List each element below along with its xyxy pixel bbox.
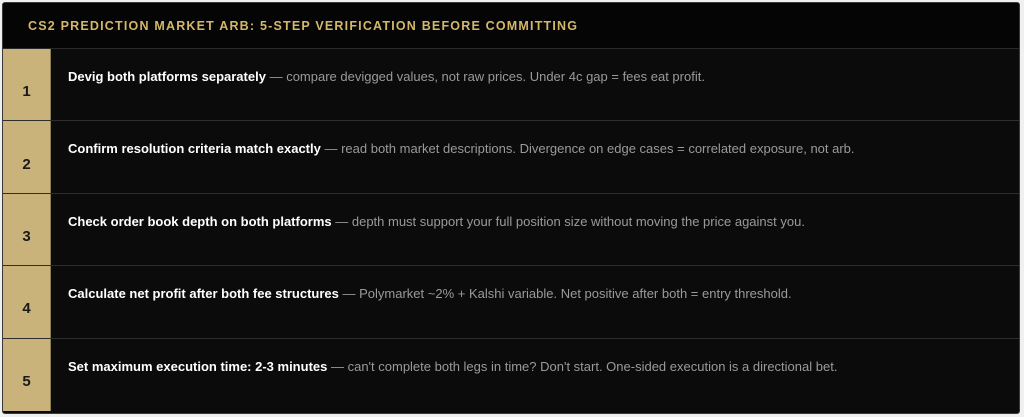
step-description: can't complete both legs in time? Don't …: [347, 358, 838, 374]
step-row-5: 5 Set maximum execution time: 2-3 minute…: [3, 338, 1019, 411]
card-title: CS2 PREDICTION MARKET ARB: 5-STEP VERIFI…: [28, 18, 579, 33]
step-description: compare devigged values, not raw prices.…: [286, 69, 705, 84]
step-row-1: 1 Devig both platforms separately — comp…: [3, 49, 1019, 122]
step-separator: —: [338, 286, 360, 302]
step-content: Devig both platforms separately — compar…: [51, 49, 705, 120]
step-content: Check order book depth on both platforms…: [51, 194, 805, 265]
step-content: Set maximum execution time: 2-3 minutes …: [51, 339, 837, 411]
step-separator: —: [320, 141, 342, 157]
step-number: 5: [3, 338, 51, 411]
step-title: Set maximum execution time: 2-3 minutes: [68, 358, 328, 374]
verification-card: CS2 PREDICTION MARKET ARB: 5-STEP VERIFI…: [2, 2, 1020, 414]
step-separator: —: [327, 358, 348, 374]
step-separator: —: [265, 69, 287, 84]
step-description: depth must support your full position si…: [351, 213, 805, 229]
step-row-4: 4 Calculate net profit after both fee st…: [3, 266, 1019, 339]
step-row-3: 3 Check order book depth on both platfor…: [3, 193, 1019, 267]
step-number: 1: [3, 49, 51, 121]
step-content: Calculate net profit after both fee stru…: [51, 266, 792, 337]
step-title: Confirm resolution criteria match exactl…: [68, 141, 321, 157]
step-description: Polymarket ~2% + Kalshi variable. Net po…: [359, 286, 792, 302]
steps-list: 1 Devig both platforms separately — comp…: [3, 49, 1019, 411]
card-header: CS2 PREDICTION MARKET ARB: 5-STEP VERIFI…: [3, 3, 1019, 49]
step-number: 3: [3, 193, 51, 266]
step-row-2: 2 Confirm resolution criteria match exac…: [3, 121, 1019, 194]
step-title: Devig both platforms separately: [68, 69, 266, 84]
step-content: Confirm resolution criteria match exactl…: [51, 121, 855, 192]
step-number: 2: [3, 121, 51, 193]
step-description: read both market descriptions. Divergenc…: [341, 141, 855, 157]
step-separator: —: [331, 213, 352, 229]
step-number: 4: [3, 266, 51, 338]
step-title: Check order book depth on both platforms: [68, 213, 332, 229]
step-title: Calculate net profit after both fee stru…: [68, 286, 339, 302]
